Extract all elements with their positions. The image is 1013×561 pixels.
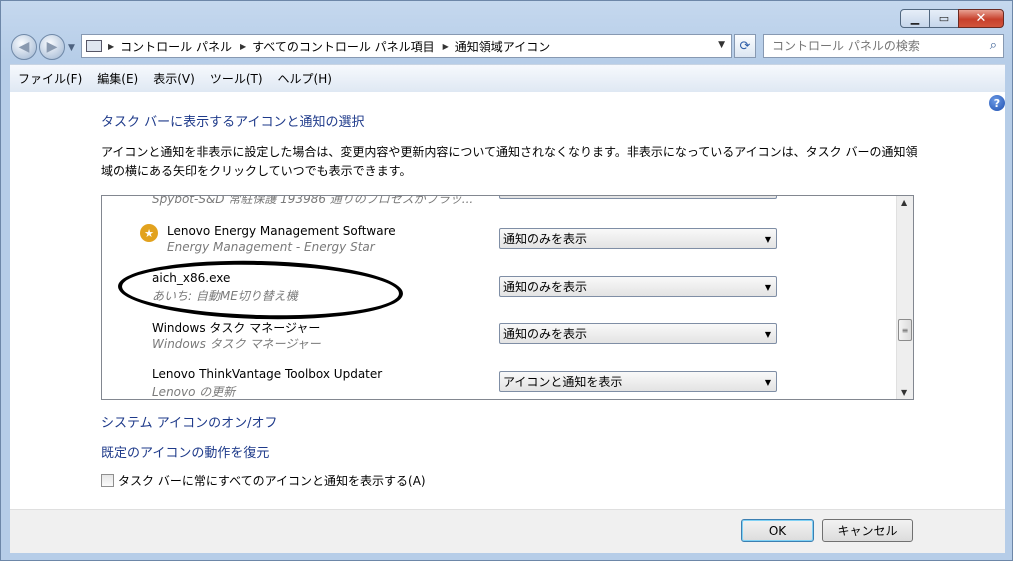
list-item-desc: Windows タスク マネージャー (152, 337, 321, 351)
ok-button[interactable]: OK (741, 519, 814, 542)
close-icon: ✕ (975, 11, 987, 26)
behavior-value: 通知のみを表示 (503, 327, 588, 341)
maximize-icon: ▭ (938, 12, 950, 25)
breadcrumb-notification-icons[interactable]: 通知領域アイコン (455, 38, 550, 55)
always-show-checkbox[interactable] (101, 474, 114, 487)
address-bar[interactable]: ▶ コントロール パネル ▶ すべてのコントロール パネル項目 ▶ 通知領域アイコン … (81, 34, 732, 58)
list-item-desc: Lenovo の更新 (152, 385, 236, 399)
scroll-down-icon[interactable]: ▼ (901, 388, 907, 397)
list-item: aich_x86.exe あいち: 自動ME切り替え機 通知のみを表示 ▼ (102, 271, 898, 319)
behavior-select[interactable]: アイコンと通知を表示 ▼ (499, 371, 777, 392)
back-button[interactable]: ◀ (11, 34, 37, 60)
page-title: タスク バーに表示するアイコンと通知の選択 (101, 115, 365, 130)
menu-view[interactable]: 表示(V) (153, 70, 195, 87)
forward-arrow-icon: ▶ (46, 39, 58, 55)
always-show-label[interactable]: タスク バーに常にすべてのアイコンと通知を表示する(A) (118, 472, 426, 489)
list-item-name: Lenovo ThinkVantage Toolbox Updater (152, 367, 383, 381)
breadcrumb-control-panel[interactable]: コントロール パネル (120, 38, 232, 55)
behavior-select[interactable]: 通知のみを表示 ▼ (499, 276, 777, 297)
vertical-scrollbar[interactable]: ▲ ≡ ▼ (896, 196, 913, 399)
chevron-down-icon: ▼ (764, 235, 771, 244)
dialog-footer: OK キャンセル (10, 509, 1005, 553)
scroll-thumb[interactable]: ≡ (898, 319, 912, 341)
icon-list[interactable]: Spybot-S&D 常駐保護 193986 通りのプロセスがブラッ... ★ … (101, 195, 914, 400)
content-area: ? タスク バーに表示するアイコンと通知の選択 アイコンと通知を非表示に設定した… (10, 92, 1005, 509)
recent-pages-dropdown[interactable]: ▼ (68, 43, 75, 53)
refresh-button[interactable]: ⟳ (734, 34, 756, 58)
list-item-desc: Energy Management - Energy Star (167, 240, 375, 254)
search-box[interactable]: ⌕ (763, 34, 1004, 58)
behavior-select[interactable]: 通知のみを表示 ▼ (499, 323, 777, 344)
scroll-up-icon[interactable]: ▲ (901, 198, 907, 207)
breadcrumb-separator-icon[interactable]: ▶ (443, 42, 449, 51)
breadcrumb-separator-icon[interactable]: ▶ (240, 42, 246, 51)
address-dropdown-icon[interactable]: ▼ (718, 40, 725, 50)
menu-file[interactable]: ファイル(F) (18, 70, 82, 87)
behavior-value: アイコンと通知を表示 (503, 375, 623, 389)
breadcrumb-all-items[interactable]: すべてのコントロール パネル項目 (252, 38, 435, 55)
cancel-button[interactable]: キャンセル (822, 519, 913, 542)
behavior-value: 通知のみを表示 (503, 232, 588, 246)
list-item-name: aich_x86.exe (152, 271, 231, 285)
chevron-down-icon: ▼ (764, 283, 771, 292)
menu-bar: ファイル(F) 編集(E) 表示(V) ツール(T) ヘルプ(H) (10, 64, 1005, 92)
minimize-icon: ▁ (910, 12, 920, 25)
list-item: Windows タスク マネージャー Windows タスク マネージャー 通知… (102, 319, 898, 367)
always-show-option[interactable]: タスク バーに常にすべてのアイコンと通知を表示する(A) (101, 472, 426, 489)
caption-buttons: ▁ ▭ ✕ (900, 9, 1004, 28)
minimize-button[interactable]: ▁ (900, 9, 930, 28)
help-icon[interactable]: ? (989, 95, 1005, 111)
behavior-value: 通知のみを表示 (503, 280, 588, 294)
list-item: Lenovo ThinkVantage Toolbox Updater Leno… (102, 367, 898, 399)
window: ▁ ▭ ✕ ◀ ▶ ▼ ▶ コントロール パネル ▶ すべてのコントロール パネル項… (0, 0, 1013, 561)
close-button[interactable]: ✕ (958, 9, 1004, 28)
behavior-select[interactable]: 通知のみを表示 ▼ (499, 228, 777, 249)
computer-icon (86, 40, 102, 52)
list-item-name: Windows タスク マネージャー (152, 321, 321, 335)
menu-edit[interactable]: 編集(E) (97, 70, 138, 87)
search-input[interactable] (764, 35, 974, 57)
maximize-button[interactable]: ▭ (929, 9, 959, 28)
refresh-icon: ⟳ (739, 38, 751, 54)
menu-help[interactable]: ヘルプ(H) (278, 70, 332, 87)
page-description: アイコンと通知を非表示に設定した場合は、変更内容や更新内容について通知されなくな… (101, 145, 918, 178)
back-arrow-icon: ◀ (18, 39, 30, 55)
breadcrumb-separator-icon[interactable]: ▶ (108, 42, 114, 51)
behavior-select[interactable] (499, 196, 777, 199)
search-icon[interactable]: ⌕ (990, 38, 997, 53)
forward-button[interactable]: ▶ (39, 34, 65, 60)
list-item-desc: Spybot-S&D 常駐保護 193986 通りのプロセスがブラッ... (152, 195, 474, 206)
list-item-name: Lenovo Energy Management Software (167, 224, 396, 238)
system-icons-link[interactable]: システム アイコンのオン/オフ (101, 412, 277, 431)
list-item-desc: あいち: 自動ME切り替え機 (152, 289, 298, 303)
list-item: ★ Lenovo Energy Management Software Ener… (102, 224, 898, 272)
energy-star-icon: ★ (140, 224, 158, 242)
chevron-down-icon: ▼ (764, 378, 771, 387)
menu-tools[interactable]: ツール(T) (210, 70, 263, 87)
chevron-down-icon: ▼ (764, 330, 771, 339)
restore-defaults-link[interactable]: 既定のアイコンの動作を復元 (101, 442, 269, 461)
